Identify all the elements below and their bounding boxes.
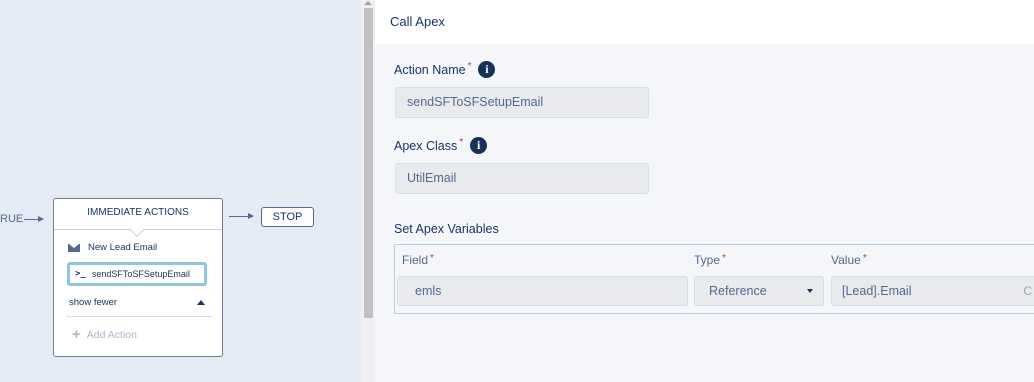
canvas-scrollbar[interactable] bbox=[361, 0, 375, 382]
type-header-text: Type bbox=[694, 253, 721, 267]
required-marker: * bbox=[722, 253, 726, 264]
column-header-value: Value * bbox=[831, 253, 867, 267]
properties-panel: Call Apex Action Name * i sendSFToSFSetu… bbox=[375, 0, 1034, 382]
info-icon[interactable]: i bbox=[470, 137, 488, 154]
column-header-type: Type * bbox=[694, 253, 726, 267]
required-marker: * bbox=[862, 253, 867, 264]
action-name-label-text: Action Name bbox=[394, 62, 466, 77]
set-apex-variables-label: Set Apex Variables bbox=[394, 222, 499, 236]
apex-class-field[interactable]: UtilEmail bbox=[395, 163, 649, 194]
action-name-label: Action Name * i bbox=[394, 61, 496, 78]
required-marker: * bbox=[467, 61, 472, 72]
panel-header: Call Apex bbox=[375, 0, 1034, 44]
flow-arrow-in bbox=[24, 216, 44, 222]
plus-icon: + bbox=[72, 326, 81, 343]
column-header-field: Field * bbox=[402, 253, 434, 267]
panel-title: Call Apex bbox=[390, 14, 445, 29]
value-header-text: Value bbox=[831, 253, 861, 267]
show-fewer-toggle[interactable]: show fewer bbox=[69, 297, 207, 308]
field-header-text: Field bbox=[402, 253, 429, 267]
action-label: sendSFToSFSetupEmail bbox=[91, 269, 190, 279]
action-name-field[interactable]: sendSFToSFSetupEmail bbox=[395, 87, 649, 118]
action-item-send-setup-email[interactable]: >_ sendSFToSFSetupEmail bbox=[67, 262, 207, 286]
info-icon[interactable]: i bbox=[478, 61, 496, 78]
immediate-actions-header: IMMEDIATE ACTIONS bbox=[54, 199, 222, 230]
stop-node[interactable]: STOP bbox=[261, 207, 314, 227]
chevron-down-icon bbox=[807, 289, 813, 293]
apex-class-label-text: Apex Class bbox=[394, 138, 458, 153]
variable-field-input[interactable]: emls bbox=[397, 276, 688, 306]
action-label: New Lead Email bbox=[88, 242, 158, 253]
type-select-value: Reference bbox=[709, 284, 767, 298]
variable-type-select[interactable]: Reference bbox=[694, 276, 824, 306]
scrollbar-thumb[interactable] bbox=[364, 8, 373, 318]
action-item-new-lead-email[interactable]: New Lead Email bbox=[68, 242, 157, 253]
required-marker: * bbox=[459, 137, 464, 148]
divider bbox=[66, 316, 212, 317]
flow-arrow-out bbox=[229, 213, 254, 219]
show-fewer-label: show fewer bbox=[69, 297, 118, 308]
flow-canvas[interactable]: RUE IMMEDIATE ACTIONS New Lead Email >_ … bbox=[0, 0, 361, 382]
apex-class-label: Apex Class * i bbox=[394, 137, 488, 154]
caret-up-icon bbox=[197, 300, 205, 305]
lookup-icon[interactable]: C bbox=[1023, 277, 1032, 305]
add-action-label: Add Action bbox=[86, 329, 137, 341]
apex-icon: >_ bbox=[75, 269, 86, 279]
email-icon bbox=[68, 243, 80, 252]
required-marker: * bbox=[430, 253, 434, 264]
add-action-button[interactable]: + Add Action bbox=[72, 326, 137, 343]
apex-variables-table: Field * Type * Value * emls Reference [Lead… bbox=[394, 244, 1034, 314]
immediate-actions-box[interactable]: IMMEDIATE ACTIONS New Lead Email >_ send… bbox=[53, 198, 223, 357]
true-criteria-label: RUE bbox=[0, 213, 24, 225]
variable-value-input[interactable]: [Lead].Email C bbox=[831, 276, 1034, 306]
value-input-text: [Lead].Email bbox=[842, 284, 912, 298]
scroll-up-arrow-icon[interactable] bbox=[364, 1, 372, 5]
